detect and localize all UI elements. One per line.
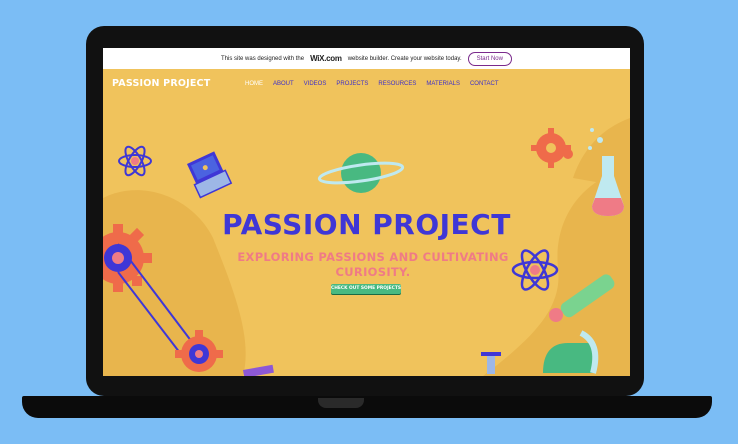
atom-icon: [118, 145, 152, 177]
website-screen: This site was designed with the WiX.com …: [103, 48, 630, 376]
atom-icon-right: [511, 249, 559, 291]
nav-about[interactable]: ABOUT: [273, 81, 294, 87]
nav-contact[interactable]: CONTACT: [470, 81, 499, 87]
hero-title: PASSION PROJECT: [222, 208, 511, 241]
wix-banner: This site was designed with the WiX.com …: [103, 48, 630, 69]
wix-logo[interactable]: WiX.com: [310, 54, 342, 63]
gadget-icon: [242, 364, 274, 376]
laptop-base: [22, 396, 712, 418]
hero-subtitle: EXPLORING PASSIONS AND CULTIVATING CURIO…: [237, 250, 509, 279]
nav-materials[interactable]: MATERIALS: [426, 81, 460, 87]
planet-icon: [317, 153, 405, 193]
wix-banner-text: This site was designed with the: [221, 55, 305, 62]
site-header: PASSION PROJECT HOME ABOUT VIDEOS PROJEC…: [103, 69, 630, 99]
nav-videos[interactable]: VIDEOS: [304, 81, 327, 87]
laptop-icon: [187, 151, 233, 199]
gear-icon: [531, 128, 573, 168]
wix-banner-text-after: website builder. Create your website tod…: [347, 55, 462, 62]
site-logo[interactable]: PASSION PROJECT: [112, 78, 210, 89]
nav-resources[interactable]: RESOURCES: [378, 81, 416, 87]
check-out-projects-button[interactable]: CHECK OUT SOME PROJECTS: [331, 284, 401, 294]
start-now-button[interactable]: Start Now: [467, 51, 512, 66]
laptop-notch: [318, 398, 364, 408]
nav-home[interactable]: HOME: [245, 81, 263, 87]
nav-projects[interactable]: PROJECTS: [336, 81, 368, 87]
main-nav: HOME ABOUT VIDEOS PROJECTS RESOURCES MAT…: [245, 81, 499, 87]
